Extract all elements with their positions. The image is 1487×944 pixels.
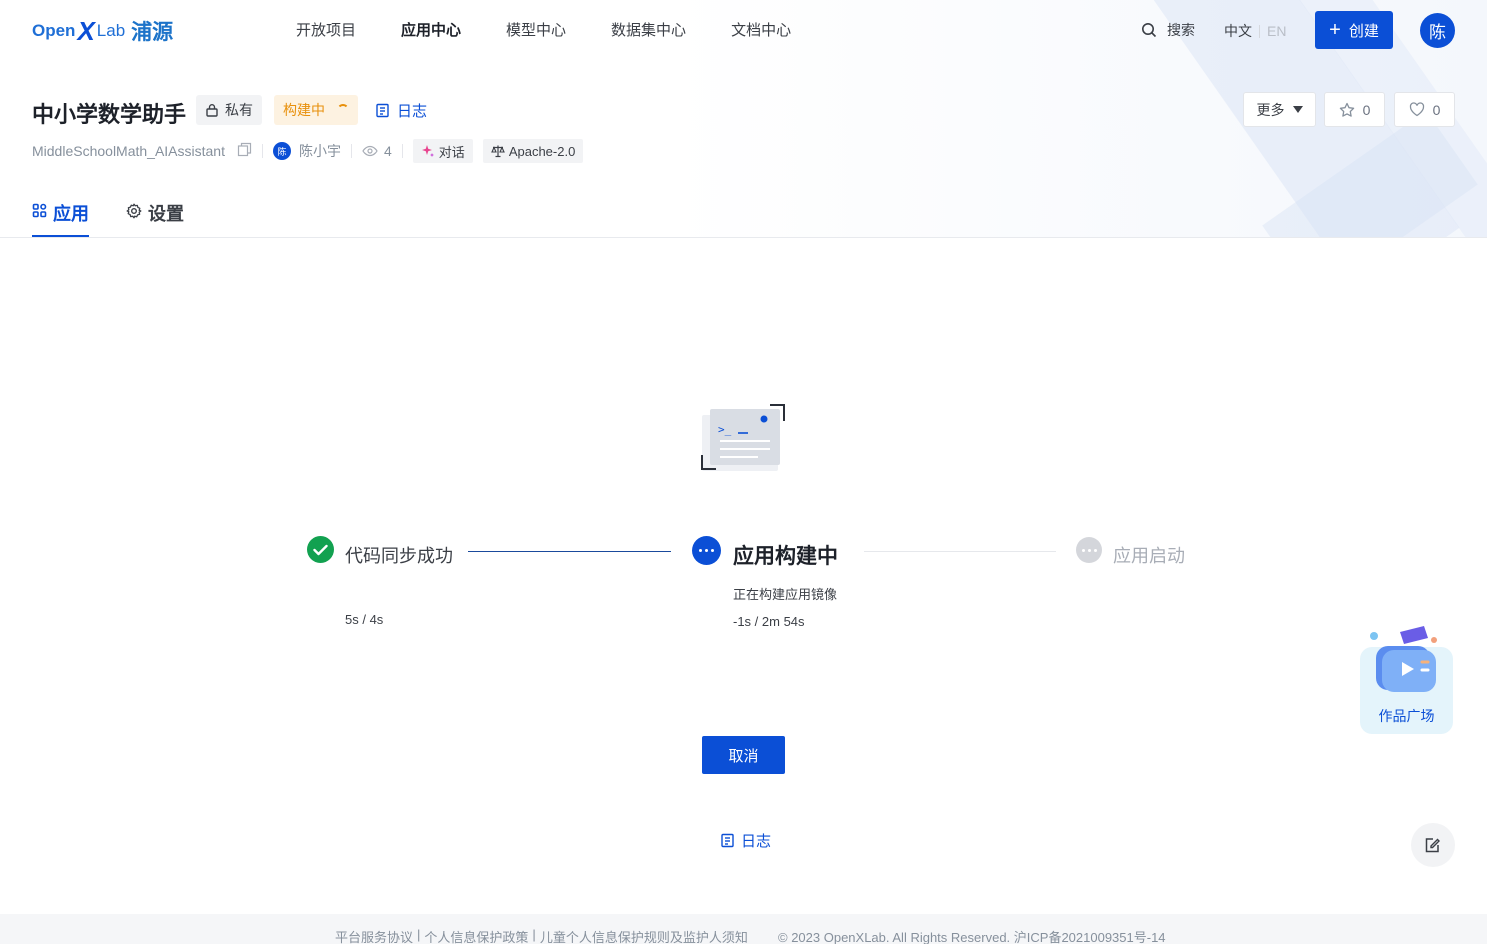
repo-name: MiddleSchoolMath_AIAssistant xyxy=(32,143,225,159)
edit-note-icon xyxy=(1425,838,1440,853)
search-icon xyxy=(1142,23,1157,38)
like-count: 0 xyxy=(1432,101,1441,118)
scale-icon xyxy=(490,145,505,158)
owner-avatar[interactable]: 陈 xyxy=(273,142,291,160)
footer-links: 平台服务协议 | 个人信息保护政策 | 儿童个人信息保护规则及监护人须知 xyxy=(335,927,748,944)
more-label: 更多 xyxy=(1256,101,1285,118)
lang-zh[interactable]: 中文 xyxy=(1224,21,1252,41)
view-count: 4 xyxy=(362,143,392,159)
project-meta: MiddleSchoolMath_AIAssistant 陈 陈小宇 4 对话 … xyxy=(32,139,584,163)
eye-icon xyxy=(362,145,378,157)
divider xyxy=(401,144,403,158)
footer-separator: | xyxy=(417,927,421,942)
tab-app[interactable]: 应用 xyxy=(32,196,89,238)
like-button[interactable]: 0 xyxy=(1394,92,1455,127)
caret-down-icon xyxy=(1292,106,1303,113)
gear-icon xyxy=(126,203,142,219)
step-build-time: -1s / 2m 54s xyxy=(733,614,805,629)
copy-icon[interactable] xyxy=(237,142,252,160)
category-label: 对话 xyxy=(438,144,465,160)
nav-item-model-center[interactable]: 模型中心 xyxy=(506,19,566,40)
log-link-bottom-label: 日志 xyxy=(741,833,772,850)
user-avatar[interactable]: 陈 xyxy=(1420,13,1455,48)
footer-link-privacy-policy[interactable]: 个人信息保护政策 xyxy=(424,927,528,944)
tab-settings-label: 设置 xyxy=(148,204,184,224)
nav-item-open-projects[interactable]: 开放项目 xyxy=(296,19,356,40)
log-icon xyxy=(721,833,734,848)
apps-icon xyxy=(32,203,47,218)
tabs-divider xyxy=(0,237,1487,238)
nav-item-docs-center[interactable]: 文档中心 xyxy=(731,19,791,40)
footer-copyright: © 2023 OpenXLab. All Rights Reserved. 沪I… xyxy=(778,930,1166,944)
svg-text:>_: >_ xyxy=(718,423,732,436)
more-dropdown-button[interactable]: 更多 xyxy=(1243,92,1316,127)
create-label: 创建 xyxy=(1348,22,1379,40)
sparkle-icon xyxy=(421,145,434,157)
step-pending-icon xyxy=(1076,537,1102,563)
gallery-label: 作品广场 xyxy=(1378,708,1435,724)
search-button[interactable]: 搜索 xyxy=(1141,20,1195,40)
tab-app-label: 应用 xyxy=(53,204,89,224)
category-chip[interactable]: 对话 xyxy=(412,139,473,163)
step-build-label: 应用构建中 xyxy=(733,545,838,568)
cancel-build-button[interactable]: 取消 xyxy=(702,736,785,774)
star-count: 0 xyxy=(1362,101,1371,118)
view-count-value: 4 xyxy=(384,143,392,159)
step-sync-label: 代码同步成功 xyxy=(345,546,453,566)
log-link-header[interactable]: 日志 xyxy=(375,100,427,121)
heart-icon xyxy=(1409,102,1424,117)
owner-name[interactable]: 陈小宇 xyxy=(299,141,341,161)
star-icon xyxy=(1339,102,1354,117)
gallery-widget[interactable]: 作品广场 xyxy=(1360,622,1453,734)
footer-link-service-agreement[interactable]: 平台服务协议 xyxy=(335,927,413,944)
visibility-badge: 私有 xyxy=(196,95,262,125)
divider xyxy=(262,144,263,158)
footer: 平台服务协议 | 个人信息保护政策 | 儿童个人信息保护规则及监护人须知 © 2… xyxy=(0,914,1487,944)
build-terminal-illustration: >_ xyxy=(701,404,785,471)
visibility-label: 私有 xyxy=(225,102,253,118)
status-label: 构建中 xyxy=(283,102,325,118)
log-link-bottom[interactable]: 日志 xyxy=(720,830,771,851)
license-label: Apache-2.0 xyxy=(508,143,576,159)
language-switcher: 中文 EN xyxy=(1224,21,1286,41)
openxlab-logo[interactable]: Open X Lab 浦源 xyxy=(32,16,173,46)
video-gallery-icon xyxy=(1370,626,1437,692)
log-icon xyxy=(376,103,389,118)
step-in-progress-icon xyxy=(692,536,721,565)
step-sync-time: 5s / 4s xyxy=(345,612,384,627)
feedback-button[interactable] xyxy=(1411,823,1455,867)
create-button[interactable]: + 创建 xyxy=(1315,11,1393,49)
step-build-description: 正在构建应用镜像 xyxy=(733,587,838,602)
top-navigation: Open X Lab 浦源 开放项目 应用中心 模型中心 数据集中心 文档中心 … xyxy=(0,0,1487,62)
step-connector-done xyxy=(468,551,671,552)
star-button[interactable]: 0 xyxy=(1324,92,1385,127)
loading-spinner-icon xyxy=(337,104,349,116)
lock-icon xyxy=(206,104,218,117)
step-start-label: 应用启动 xyxy=(1113,546,1185,566)
project-tabs: 应用 设置 xyxy=(32,196,221,238)
nav-item-app-center[interactable]: 应用中心 xyxy=(401,19,461,40)
log-link-label: 日志 xyxy=(397,103,428,120)
project-title: 中小学数学助手 xyxy=(32,102,187,127)
plus-icon: + xyxy=(1329,19,1341,41)
divider xyxy=(351,144,352,158)
search-label: 搜索 xyxy=(1167,22,1195,38)
main-nav: 开放项目 应用中心 模型中心 数据集中心 文档中心 xyxy=(296,19,836,40)
footer-link-children-privacy[interactable]: 儿童个人信息保护规则及监护人须知 xyxy=(540,927,748,944)
step-connector-pending xyxy=(864,551,1056,552)
license-chip[interactable]: Apache-2.0 xyxy=(482,139,584,163)
nav-item-dataset-center[interactable]: 数据集中心 xyxy=(611,19,686,40)
lang-en[interactable]: EN xyxy=(1267,23,1286,39)
tab-settings[interactable]: 设置 xyxy=(126,196,184,238)
status-badge: 构建中 xyxy=(274,95,358,125)
lang-divider xyxy=(1259,24,1260,38)
step-done-check-icon xyxy=(307,536,334,563)
footer-separator: | xyxy=(532,927,536,942)
